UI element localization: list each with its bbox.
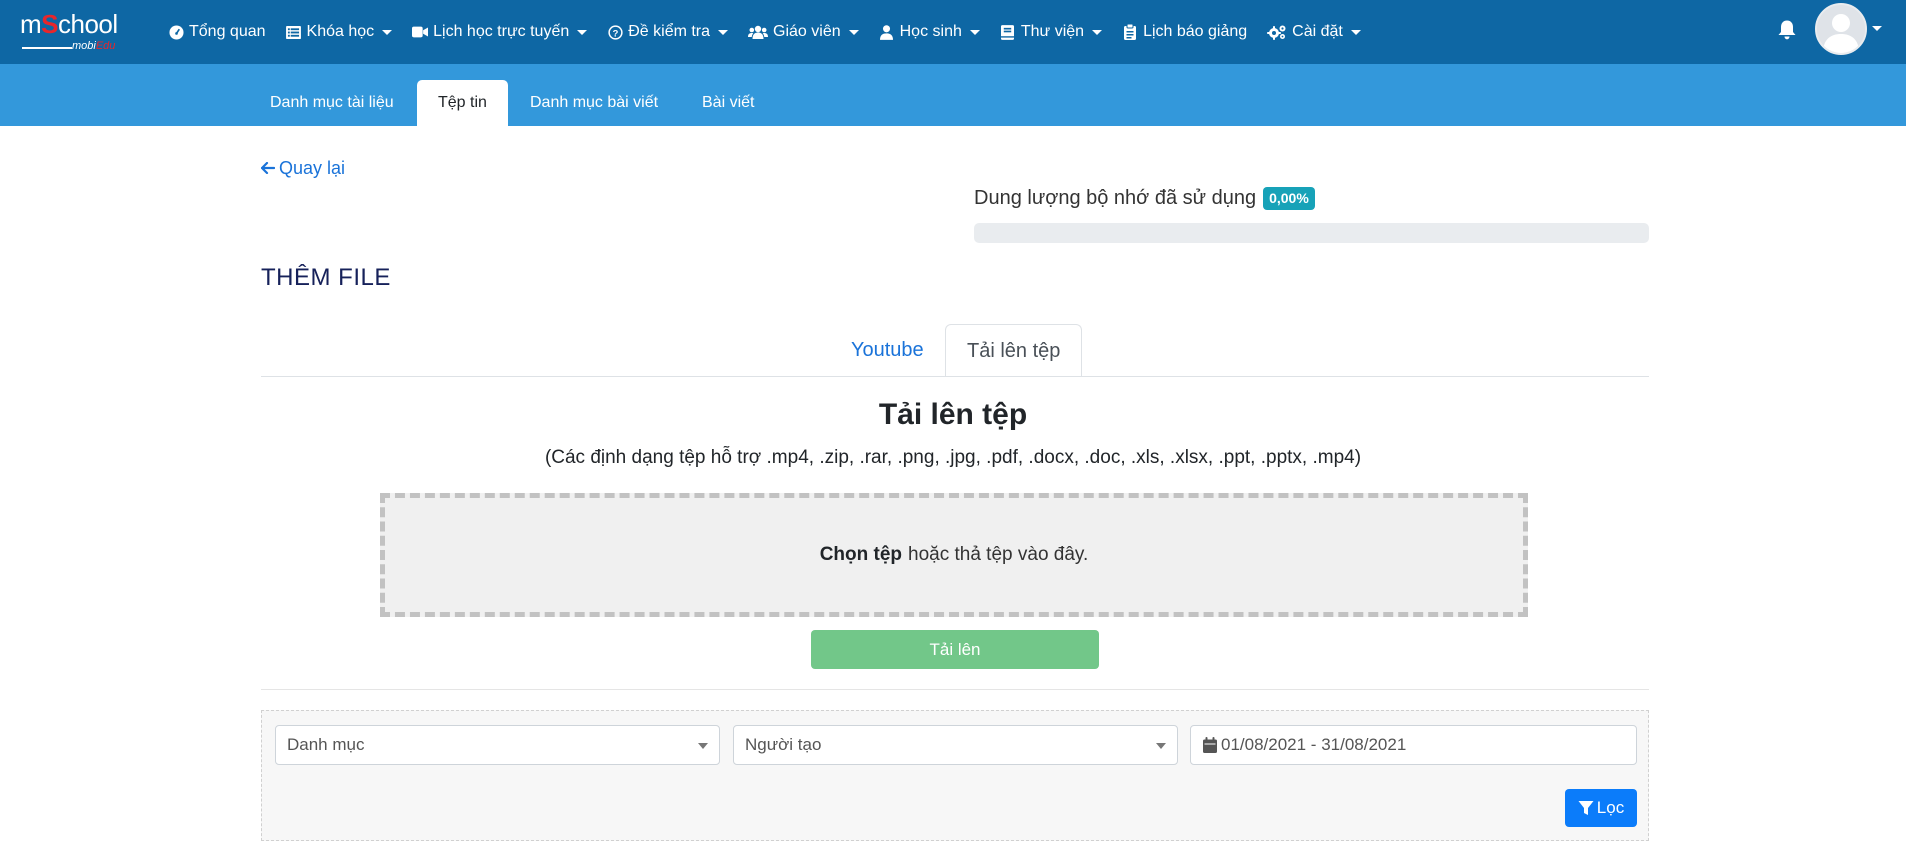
nav-label: Đề kiểm tra	[628, 23, 711, 40]
gears-icon	[1267, 24, 1287, 40]
storage-usage: Dung lượng bộ nhớ đã sử dụng 0,00%	[974, 187, 1315, 210]
user-menu-chevron-icon[interactable]	[1872, 26, 1882, 31]
subtab-danh-muc-bai-viet[interactable]: Danh mục bài viết	[509, 80, 679, 126]
filter-button[interactable]: Lọc	[1565, 789, 1637, 827]
file-dropzone[interactable]: Chọn tệp hoặc thả tệp vào đây.	[380, 493, 1528, 617]
clipboard-icon	[1122, 24, 1138, 40]
tab-youtube[interactable]: Youtube	[830, 324, 945, 377]
nav-label: Thư viện	[1020, 23, 1085, 40]
chevron-down-icon	[1092, 29, 1103, 35]
nav-label: Lịch học trực tuyến	[433, 23, 570, 40]
chevron-down-icon	[577, 29, 588, 35]
chevron-down-icon	[382, 29, 393, 35]
category-select-value: Danh mục	[287, 735, 365, 754]
nav-lich-hoc-truc-tuyen[interactable]: Lịch học trực tuyến	[412, 23, 588, 41]
creator-select[interactable]: Người tạo	[733, 725, 1178, 765]
logo-wordmark: mSchool	[20, 9, 118, 39]
nav-tong-quan[interactable]: Tổng quan	[168, 23, 266, 41]
chevron-down-icon	[848, 29, 859, 35]
chevron-down-icon	[718, 29, 729, 35]
dashboard-icon	[168, 24, 184, 40]
page-title: THÊM FILE	[261, 264, 391, 291]
nav-label: Lịch báo giảng	[1143, 23, 1248, 40]
nav-label: Học sinh	[899, 23, 962, 40]
nav-label: Khóa học	[306, 23, 375, 40]
nav-thu-vien[interactable]: Thư viện	[1000, 23, 1103, 41]
svg-text:?: ?	[612, 28, 618, 38]
bell-icon[interactable]	[1777, 19, 1797, 41]
main-nav: Tổng quan Khóa học Lịch học trực tuyến ?…	[168, 0, 1381, 64]
logo-subtitle: mobiEdu	[20, 40, 142, 52]
nav-khoa-hoc[interactable]: Khóa học	[286, 23, 393, 41]
tab-upload-file[interactable]: Tải lên tệp	[945, 324, 1083, 377]
section-divider	[261, 689, 1649, 690]
dropdown-arrow-icon	[1156, 743, 1166, 749]
storage-badge: 0,00%	[1263, 187, 1315, 210]
filter-button-label: Lọc	[1596, 798, 1625, 817]
nav-label: Tổng quan	[189, 23, 266, 40]
choose-file-link[interactable]: Chọn tệp	[820, 544, 902, 566]
video-icon	[412, 24, 429, 40]
storage-label: Dung lượng bộ nhớ đã sử dụng	[974, 187, 1257, 209]
upload-button[interactable]: Tải lên	[811, 630, 1099, 669]
mschool-logo[interactable]: mSchool mobiEdu	[20, 10, 142, 54]
nav-label: Giáo viên	[773, 23, 841, 40]
nav-label: Cài đặt	[1292, 23, 1343, 40]
date-range-value: 01/08/2021 - 31/08/2021	[1221, 735, 1407, 754]
arrow-left-icon	[260, 159, 276, 179]
subtab-bai-viet[interactable]: Bài viết	[681, 80, 775, 126]
storage-progress-bar	[974, 223, 1649, 243]
upload-title: Tải lên tệp	[878, 398, 1028, 431]
top-navbar: mSchool mobiEdu Tổng quan Khóa học Lịch …	[0, 0, 1906, 64]
book-icon	[1000, 24, 1016, 40]
dropdown-arrow-icon	[698, 743, 708, 749]
filter-icon	[1578, 801, 1594, 815]
nav-hoc-sinh[interactable]: Học sinh	[879, 23, 980, 41]
supported-formats: (Các định dạng tệp hỗ trợ .mp4, .zip, .r…	[544, 447, 1362, 468]
tabs-divider	[261, 376, 1649, 377]
back-label: Quay lại	[279, 158, 346, 178]
calendar-icon	[1203, 737, 1217, 753]
avatar[interactable]	[1815, 3, 1867, 55]
list-icon	[286, 24, 302, 40]
nav-cai-dat[interactable]: Cài đặt	[1267, 23, 1361, 41]
subtab-danh-muc-tai-lieu[interactable]: Danh mục tài liệu	[249, 80, 415, 126]
category-select[interactable]: Danh mục	[275, 725, 720, 765]
users-icon	[748, 24, 769, 40]
filter-panel: Danh mục Người tạo 01/08/2021 - 31/08/20…	[261, 710, 1649, 841]
question-circle-icon: ?	[607, 24, 623, 40]
chevron-down-icon	[1350, 29, 1361, 35]
user-icon	[879, 24, 895, 40]
chevron-down-icon	[969, 29, 980, 35]
nav-de-kiem-tra[interactable]: ? Đề kiểm tra	[607, 23, 729, 41]
subtab-tep-tin[interactable]: Tệp tin	[417, 80, 508, 126]
drop-hint: hoặc thả tệp vào đây.	[908, 544, 1089, 565]
library-subnav: Danh mục tài liệu Tệp tin Danh mục bài v…	[0, 64, 1906, 126]
nav-lich-bao-giang[interactable]: Lịch báo giảng	[1122, 23, 1247, 41]
date-range-input[interactable]: 01/08/2021 - 31/08/2021	[1190, 725, 1637, 765]
back-link[interactable]: Quay lại	[260, 158, 346, 179]
nav-giao-vien[interactable]: Giáo viên	[748, 23, 859, 41]
creator-select-value: Người tạo	[745, 735, 822, 754]
